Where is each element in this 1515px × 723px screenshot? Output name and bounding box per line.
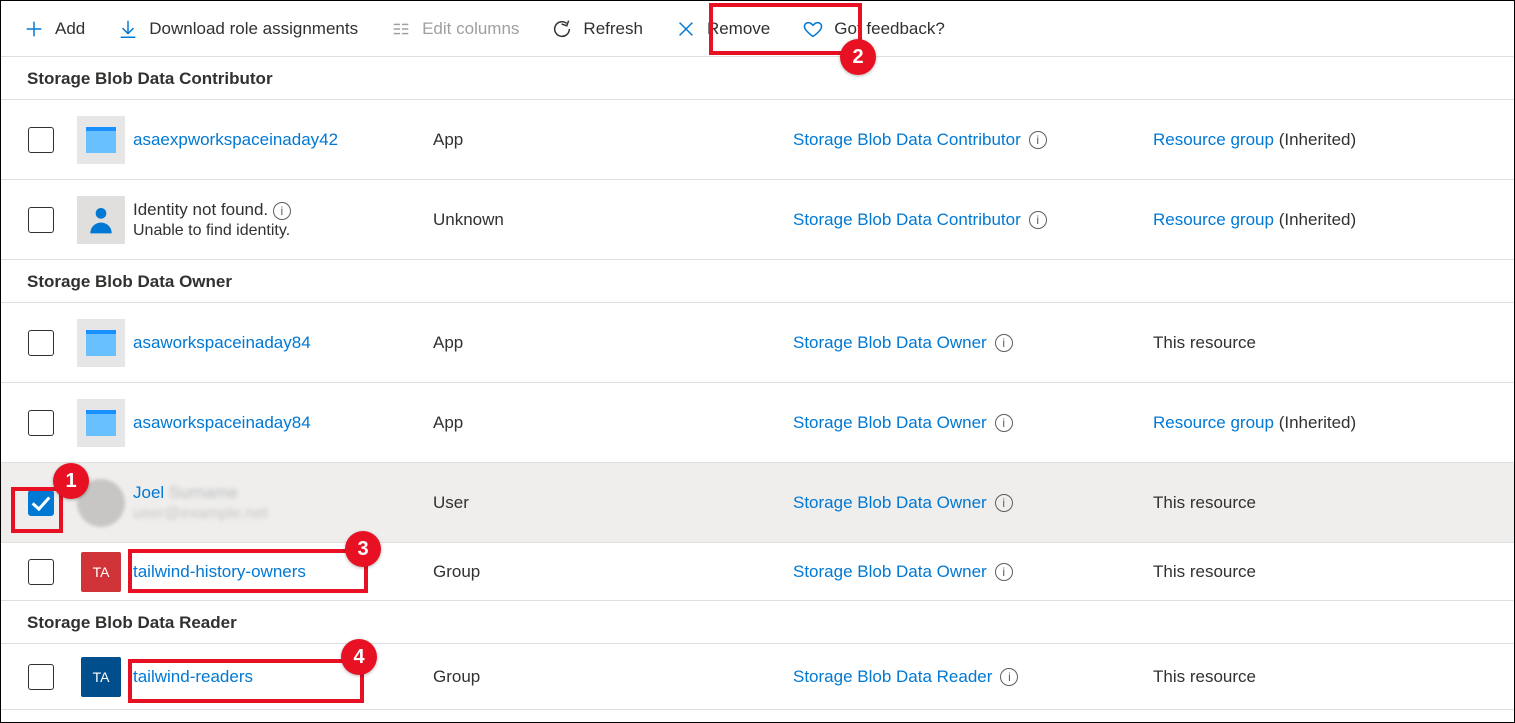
app-icon xyxy=(77,116,125,164)
scope-suffix: (Inherited) xyxy=(1274,413,1356,432)
principal-type: App xyxy=(433,413,463,432)
heart-icon xyxy=(802,18,824,40)
row-checkbox[interactable] xyxy=(28,664,54,690)
row-checkbox[interactable] xyxy=(28,559,54,585)
scope-link[interactable]: Resource group xyxy=(1153,413,1274,432)
role-link[interactable]: Storage Blob Data Owner xyxy=(793,493,987,513)
refresh-icon xyxy=(551,18,573,40)
feedback-button[interactable]: Got feedback? xyxy=(788,10,959,48)
scope-suffix: (Inherited) xyxy=(1274,210,1356,229)
download-label: Download role assignments xyxy=(149,19,358,39)
remove-label: Remove xyxy=(707,19,770,39)
scope-text: This resource xyxy=(1153,562,1256,581)
table-row: TA tailwind-history-owners Group Storage… xyxy=(1,543,1514,601)
table-row: TA tailwind-readers Group Storage Blob D… xyxy=(1,644,1514,710)
feedback-label: Got feedback? xyxy=(834,19,945,39)
role-link[interactable]: Storage Blob Data Owner xyxy=(793,413,987,433)
principal-link[interactable]: Joel Surname xyxy=(133,483,433,503)
plus-icon xyxy=(23,18,45,40)
annotation-marker-3: 3 xyxy=(345,531,381,567)
principal-type: Group xyxy=(433,562,480,581)
annotation-marker-4: 4 xyxy=(341,639,377,675)
principal-name: Identity not found. i xyxy=(133,200,433,220)
table-row: Identity not found. i Unable to find ide… xyxy=(1,180,1514,260)
info-icon[interactable]: i xyxy=(1029,131,1047,149)
app-icon xyxy=(77,399,125,447)
table-row: asaworkspaceinaday84 App Storage Blob Da… xyxy=(1,383,1514,463)
x-icon xyxy=(675,18,697,40)
principal-link[interactable]: asaworkspaceinaday84 xyxy=(133,413,433,433)
scope-link[interactable]: Resource group xyxy=(1153,130,1274,149)
group-avatar: TA xyxy=(81,552,121,592)
remove-button[interactable]: Remove xyxy=(661,10,784,48)
columns-icon xyxy=(390,18,412,40)
command-bar: Add Download role assignments Edit colum… xyxy=(1,1,1514,57)
group-avatar: TA xyxy=(81,657,121,697)
scope-suffix: (Inherited) xyxy=(1274,130,1356,149)
principal-email: user@example.net xyxy=(133,505,433,523)
scope-link[interactable]: Resource group xyxy=(1153,210,1274,229)
annotation-marker-2: 2 xyxy=(840,39,876,75)
refresh-label: Refresh xyxy=(583,19,643,39)
app-icon xyxy=(77,319,125,367)
info-icon[interactable]: i xyxy=(995,414,1013,432)
principal-sub: Unable to find identity. xyxy=(133,222,433,240)
principal-link[interactable]: tailwind-readers xyxy=(133,667,433,687)
row-checkbox[interactable] xyxy=(28,127,54,153)
info-icon[interactable]: i xyxy=(995,563,1013,581)
add-label: Add xyxy=(55,19,85,39)
scope-text: This resource xyxy=(1153,493,1256,512)
principal-type: App xyxy=(433,130,463,149)
group-header-contributor: Storage Blob Data Contributor xyxy=(1,57,1514,100)
role-link[interactable]: Storage Blob Data Contributor xyxy=(793,210,1021,230)
edit-columns-button[interactable]: Edit columns xyxy=(376,10,533,48)
principal-link[interactable]: tailwind-history-owners xyxy=(133,562,433,582)
principal-type: Unknown xyxy=(433,210,504,229)
edit-columns-label: Edit columns xyxy=(422,19,519,39)
table-row: asaexpworkspaceinaday42 App Storage Blob… xyxy=(1,100,1514,180)
group-header-reader: Storage Blob Data Reader xyxy=(1,601,1514,644)
unknown-identity-icon xyxy=(77,196,125,244)
row-checkbox[interactable] xyxy=(28,330,54,356)
principal-link[interactable]: asaworkspaceinaday84 xyxy=(133,333,433,353)
add-button[interactable]: Add xyxy=(9,10,99,48)
role-link[interactable]: Storage Blob Data Contributor xyxy=(793,130,1021,150)
download-icon xyxy=(117,18,139,40)
group-header-owner: Storage Blob Data Owner xyxy=(1,260,1514,303)
principal-link[interactable]: asaexpworkspaceinaday42 xyxy=(133,130,433,150)
info-icon[interactable]: i xyxy=(273,202,291,220)
info-icon[interactable]: i xyxy=(995,334,1013,352)
role-link[interactable]: Storage Blob Data Owner xyxy=(793,333,987,353)
role-link[interactable]: Storage Blob Data Owner xyxy=(793,562,987,582)
principal-type: User xyxy=(433,493,469,512)
table-row: asaworkspaceinaday84 App Storage Blob Da… xyxy=(1,303,1514,383)
principal-type: App xyxy=(433,333,463,352)
refresh-button[interactable]: Refresh xyxy=(537,10,657,48)
row-checkbox[interactable] xyxy=(28,207,54,233)
info-icon[interactable]: i xyxy=(1000,668,1018,686)
table-row: Joel Surname user@example.net User Stora… xyxy=(1,463,1514,543)
download-button[interactable]: Download role assignments xyxy=(103,10,372,48)
row-checkbox[interactable] xyxy=(28,410,54,436)
annotation-marker-1: 1 xyxy=(53,463,89,499)
info-icon[interactable]: i xyxy=(1029,211,1047,229)
info-icon[interactable]: i xyxy=(995,494,1013,512)
principal-type: Group xyxy=(433,667,480,686)
scope-text: This resource xyxy=(1153,667,1256,686)
scope-text: This resource xyxy=(1153,333,1256,352)
role-link[interactable]: Storage Blob Data Reader xyxy=(793,667,992,687)
row-checkbox[interactable] xyxy=(28,490,54,516)
